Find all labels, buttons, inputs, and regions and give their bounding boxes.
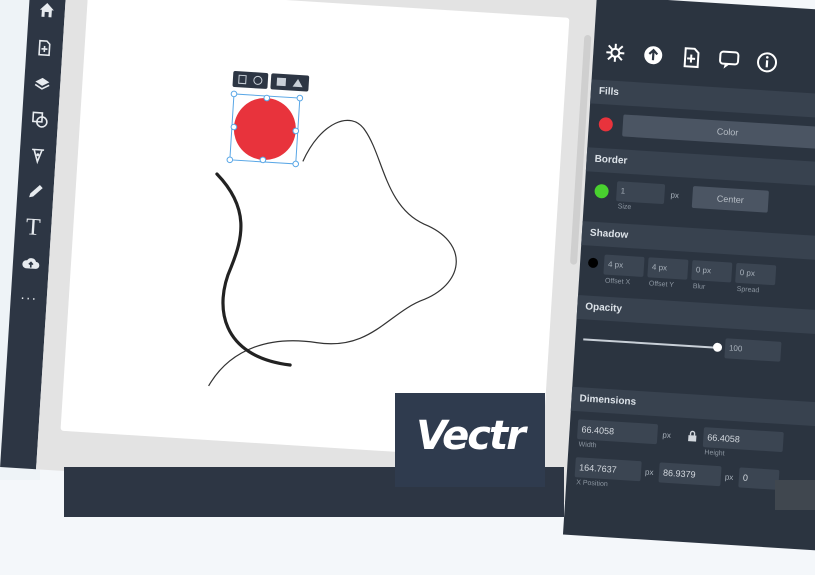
pencil-icon[interactable] [16,174,54,210]
resize-handle[interactable] [292,127,300,135]
rotation-value: 0 [742,472,749,483]
rotation-input[interactable]: 0 [738,467,780,490]
width-value: 66.4058 [581,424,615,437]
shadow-unit: px [746,268,756,278]
height-label: Height [704,449,725,458]
x-value: 164.7637 [578,462,618,475]
border-size-label: Size [617,203,632,212]
layers-icon[interactable] [23,66,61,102]
resize-handle[interactable] [296,94,304,102]
shape-context-toolbar [232,70,269,89]
y-value: 86.9379 [662,467,696,480]
height-value: 66.4058 [707,432,741,445]
y-position-input[interactable]: 86.9379 [658,462,722,487]
shape-context-toolbar [270,73,310,92]
shadow-blur-label: Blur [692,283,706,291]
resize-handle[interactable] [230,123,238,131]
border-size-value: 1 [620,186,626,196]
shadow-unit: px [658,262,668,273]
border-size-unit: px [670,190,680,201]
fill-color-swatch[interactable] [598,116,614,132]
height-input[interactable]: 66.4058 [702,427,784,453]
shapes-icon[interactable] [21,102,59,138]
settings-icon[interactable] [603,40,628,65]
aspect-lock-icon[interactable] [687,430,698,443]
fill-color-button[interactable]: Color [622,114,815,150]
share-icon[interactable] [678,45,703,70]
shadow-unit: px [702,265,712,276]
border-color-swatch[interactable] [594,183,610,199]
artboard[interactable] [60,0,570,461]
thick-curve-path[interactable] [205,172,302,367]
border-position-button[interactable]: Center [691,185,769,213]
width-label: Width [578,441,597,450]
shadow-value: 0 [695,265,701,275]
more-icon[interactable]: ··· [10,279,48,315]
comment-icon[interactable] [716,47,741,72]
bring-forward-icon[interactable] [276,77,287,87]
x-position-input[interactable]: 164.7637 [574,457,642,482]
y-unit: px [724,472,734,483]
resize-handle[interactable] [263,94,271,102]
shadow-value: 4 [607,259,613,270]
shadow-value: 4 [651,262,657,272]
drawing-layer [205,70,465,401]
upload-icon[interactable] [12,245,50,281]
shadow-color-swatch[interactable] [587,257,599,269]
text-tool-icon[interactable]: T [14,210,52,246]
shadow-spread-input[interactable]: 0 px [735,262,777,286]
vectr-logo: Vectr [395,393,545,487]
opacity-slider-track[interactable] [583,338,718,349]
shadow-offset-y-input[interactable]: 4 px [647,257,689,280]
shadow-offset-x-label: Offset X [604,277,631,287]
width-unit: px [662,430,672,441]
export-icon[interactable] [641,42,666,67]
home-icon[interactable] [28,0,66,28]
shadow-unit: px [614,260,624,270]
width-input[interactable]: 66.4058 [576,419,659,445]
opacity-input[interactable]: 100 [724,338,782,362]
shadow-spread-label: Spread [736,285,760,295]
shadow-offset-y-label: Offset Y [648,280,675,289]
resize-handle[interactable] [230,90,238,98]
pen-tool-icon[interactable] [19,138,57,174]
background-decoration [775,480,815,510]
shadow-value: 0 [739,268,745,278]
shadow-offset-x-input[interactable]: 4 px [603,254,645,278]
resize-handle[interactable] [259,156,267,164]
thin-curve-path[interactable] [208,113,465,401]
shadow-blur-input[interactable]: 0 px [691,260,733,283]
logo-text: Vectr [416,413,526,459]
info-icon[interactable] [754,50,779,75]
new-file-icon[interactable] [25,30,63,66]
opacity-value: 100 [728,343,743,354]
opacity-section-header: Opacity [576,294,815,336]
red-circle-shape[interactable] [232,96,298,162]
properties-panel: Fills Color Border 1 px Size Center Shad… [562,0,815,551]
opacity-slider-thumb[interactable] [712,342,723,353]
resize-handle[interactable] [226,156,234,164]
x-unit: px [644,467,654,478]
resize-handle[interactable] [292,160,300,168]
x-position-label: X Position [576,479,608,489]
border-size-input[interactable]: 1 [616,181,666,205]
